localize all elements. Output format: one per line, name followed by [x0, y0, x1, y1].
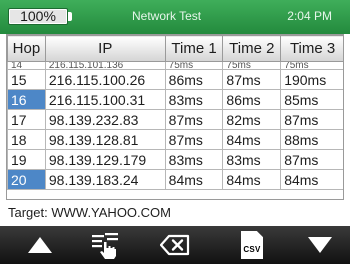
cell-hop: 14 — [7, 61, 46, 70]
table-row[interactable]: 20 98.139.183.24 84ms 84ms 84ms — [7, 169, 343, 190]
cell-ip: 98.139.129.179 — [44, 149, 166, 170]
clock: 2:04 PM — [287, 9, 332, 23]
scroll-down-button[interactable] — [290, 226, 350, 264]
table-row[interactable]: 18 98.139.128.81 87ms 84ms 88ms — [7, 129, 343, 150]
table-row[interactable]: 17 98.139.232.83 87ms 82ms 87ms — [7, 109, 343, 130]
select-button[interactable] — [75, 226, 135, 264]
cell-time3: 85ms — [280, 89, 343, 110]
battery-percent: 100% — [20, 8, 56, 24]
cell-time1: 87ms — [164, 129, 224, 150]
battery-icon: 100% — [8, 8, 68, 25]
table-row[interactable]: 16 216.115.100.31 83ms 86ms 85ms — [7, 89, 343, 110]
cell-time1: 83ms — [164, 89, 224, 110]
cell-time1: 84ms — [164, 169, 224, 190]
cell-time2: 84ms — [222, 169, 282, 190]
cell-time1: 83ms — [164, 149, 224, 170]
cell-time2: 84ms — [222, 129, 282, 150]
arrow-up-icon — [28, 237, 52, 253]
cell-ip: 98.139.183.24 — [44, 169, 166, 190]
cell-time2: 75ms — [222, 61, 282, 70]
cell-time1: 87ms — [164, 109, 224, 130]
cell-time3: 87ms — [280, 149, 343, 170]
csv-file-icon: CSV — [241, 231, 263, 259]
cell-time1: 86ms — [164, 69, 224, 90]
header-time2[interactable]: Time 2 — [222, 35, 282, 62]
cell-ip: 216.115.100.31 — [44, 89, 166, 110]
target-label: Target: WWW.YAHOO.COM — [8, 205, 171, 220]
export-csv-button[interactable]: CSV — [222, 226, 282, 264]
header-hop[interactable]: Hop — [7, 35, 46, 62]
header-time1[interactable]: Time 1 — [164, 35, 224, 62]
cell-ip: 98.139.232.83 — [44, 109, 166, 130]
arrow-down-icon — [308, 237, 332, 253]
status-bar: 100% Network Test 2:04 PM — [0, 0, 350, 34]
cell-time2: 83ms — [222, 149, 282, 170]
cell-time3: 84ms — [280, 169, 343, 190]
table-header-row: Hop IP Time 1 Time 2 Time 3 — [7, 35, 343, 62]
battery-tip — [68, 12, 72, 21]
scroll-up-button[interactable] — [10, 226, 70, 264]
cell-ip: 98.139.128.81 — [44, 129, 166, 150]
cell-time2: 82ms — [222, 109, 282, 130]
cell-time1: 75ms — [164, 61, 224, 70]
cell-hop: 17 — [7, 109, 46, 130]
cell-time3: 190ms — [280, 69, 343, 90]
backspace-icon — [160, 234, 190, 256]
bottom-toolbar: CSV — [0, 226, 350, 264]
cell-hop: 16 — [7, 89, 46, 110]
table-row[interactable]: 19 98.139.129.179 83ms 83ms 87ms — [7, 149, 343, 170]
cell-ip: 216.115.101.136 — [44, 61, 166, 70]
screen-title: Network Test — [132, 9, 202, 23]
tap-hand-icon — [92, 233, 118, 259]
header-time3[interactable]: Time 3 — [280, 35, 343, 62]
csv-label: CSV — [243, 245, 261, 254]
header-ip[interactable]: IP — [44, 35, 166, 62]
backspace-button[interactable] — [145, 226, 205, 264]
cell-time2: 87ms — [222, 69, 282, 90]
cell-hop: 18 — [7, 129, 46, 150]
cell-time3: 87ms — [280, 109, 343, 130]
cell-hop: 20 — [7, 169, 46, 190]
cell-ip: 216.115.100.26 — [44, 69, 166, 90]
table-row[interactable]: 15 216.115.100.26 86ms 87ms 190ms — [7, 69, 343, 90]
cell-time3: 88ms — [280, 129, 343, 150]
cell-hop: 19 — [7, 149, 46, 170]
traceroute-table[interactable]: Hop IP Time 1 Time 2 Time 3 14 216.115.1… — [6, 34, 344, 200]
table-row[interactable]: 14 216.115.101.136 75ms 75ms 75ms — [7, 61, 343, 70]
cell-hop: 15 — [7, 69, 46, 90]
cell-time2: 86ms — [222, 89, 282, 110]
cell-time3: 75ms — [280, 61, 343, 70]
